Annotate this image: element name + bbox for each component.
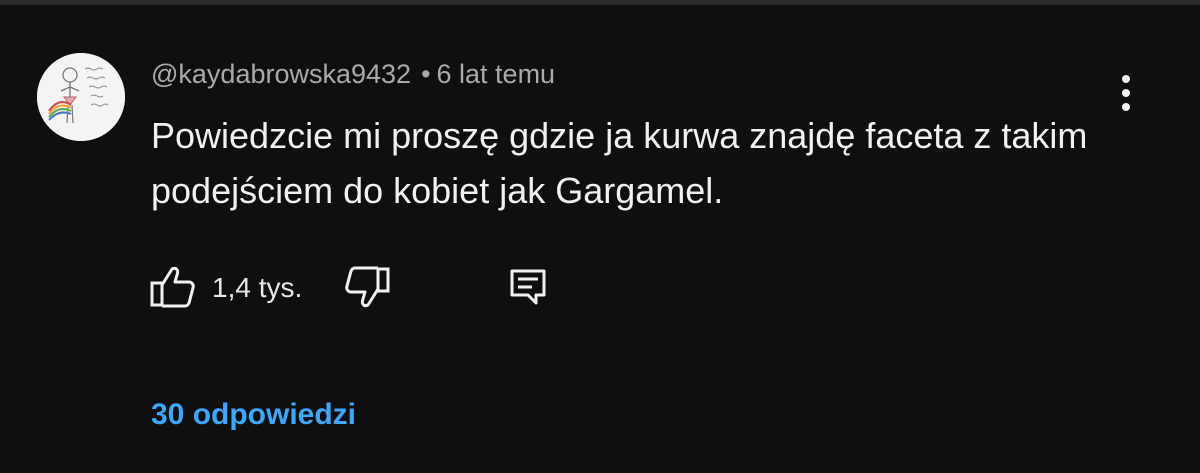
more-options-button[interactable] [1104, 71, 1148, 115]
more-vertical-icon [1122, 75, 1130, 111]
thumbs-down-icon [345, 266, 390, 308]
avatar[interactable] [37, 53, 125, 141]
reply-button[interactable] [508, 265, 548, 309]
thumbs-up-icon [150, 266, 195, 308]
separator-dot: • [421, 59, 431, 89]
comment-thread: @kaydabrowska9432 • 6 lat temu Powiedzcie … [0, 5, 1200, 473]
comment-text: Powiedzcie mi proszę gdzie ja kurwa znaj… [151, 115, 1088, 211]
replies-toggle[interactable]: 30 odpowiedzi [151, 397, 356, 433]
dislike-button[interactable] [344, 265, 392, 309]
like-count: 1,4 tys. [212, 272, 303, 303]
comment-timestamp[interactable]: 6 lat temu [437, 59, 556, 89]
author-name[interactable]: @kaydabrowska9432 [151, 59, 411, 89]
comment-header: @kaydabrowska9432 • 6 lat temu [151, 58, 555, 90]
reply-comment-icon [510, 269, 546, 305]
like-button[interactable] [148, 265, 196, 309]
